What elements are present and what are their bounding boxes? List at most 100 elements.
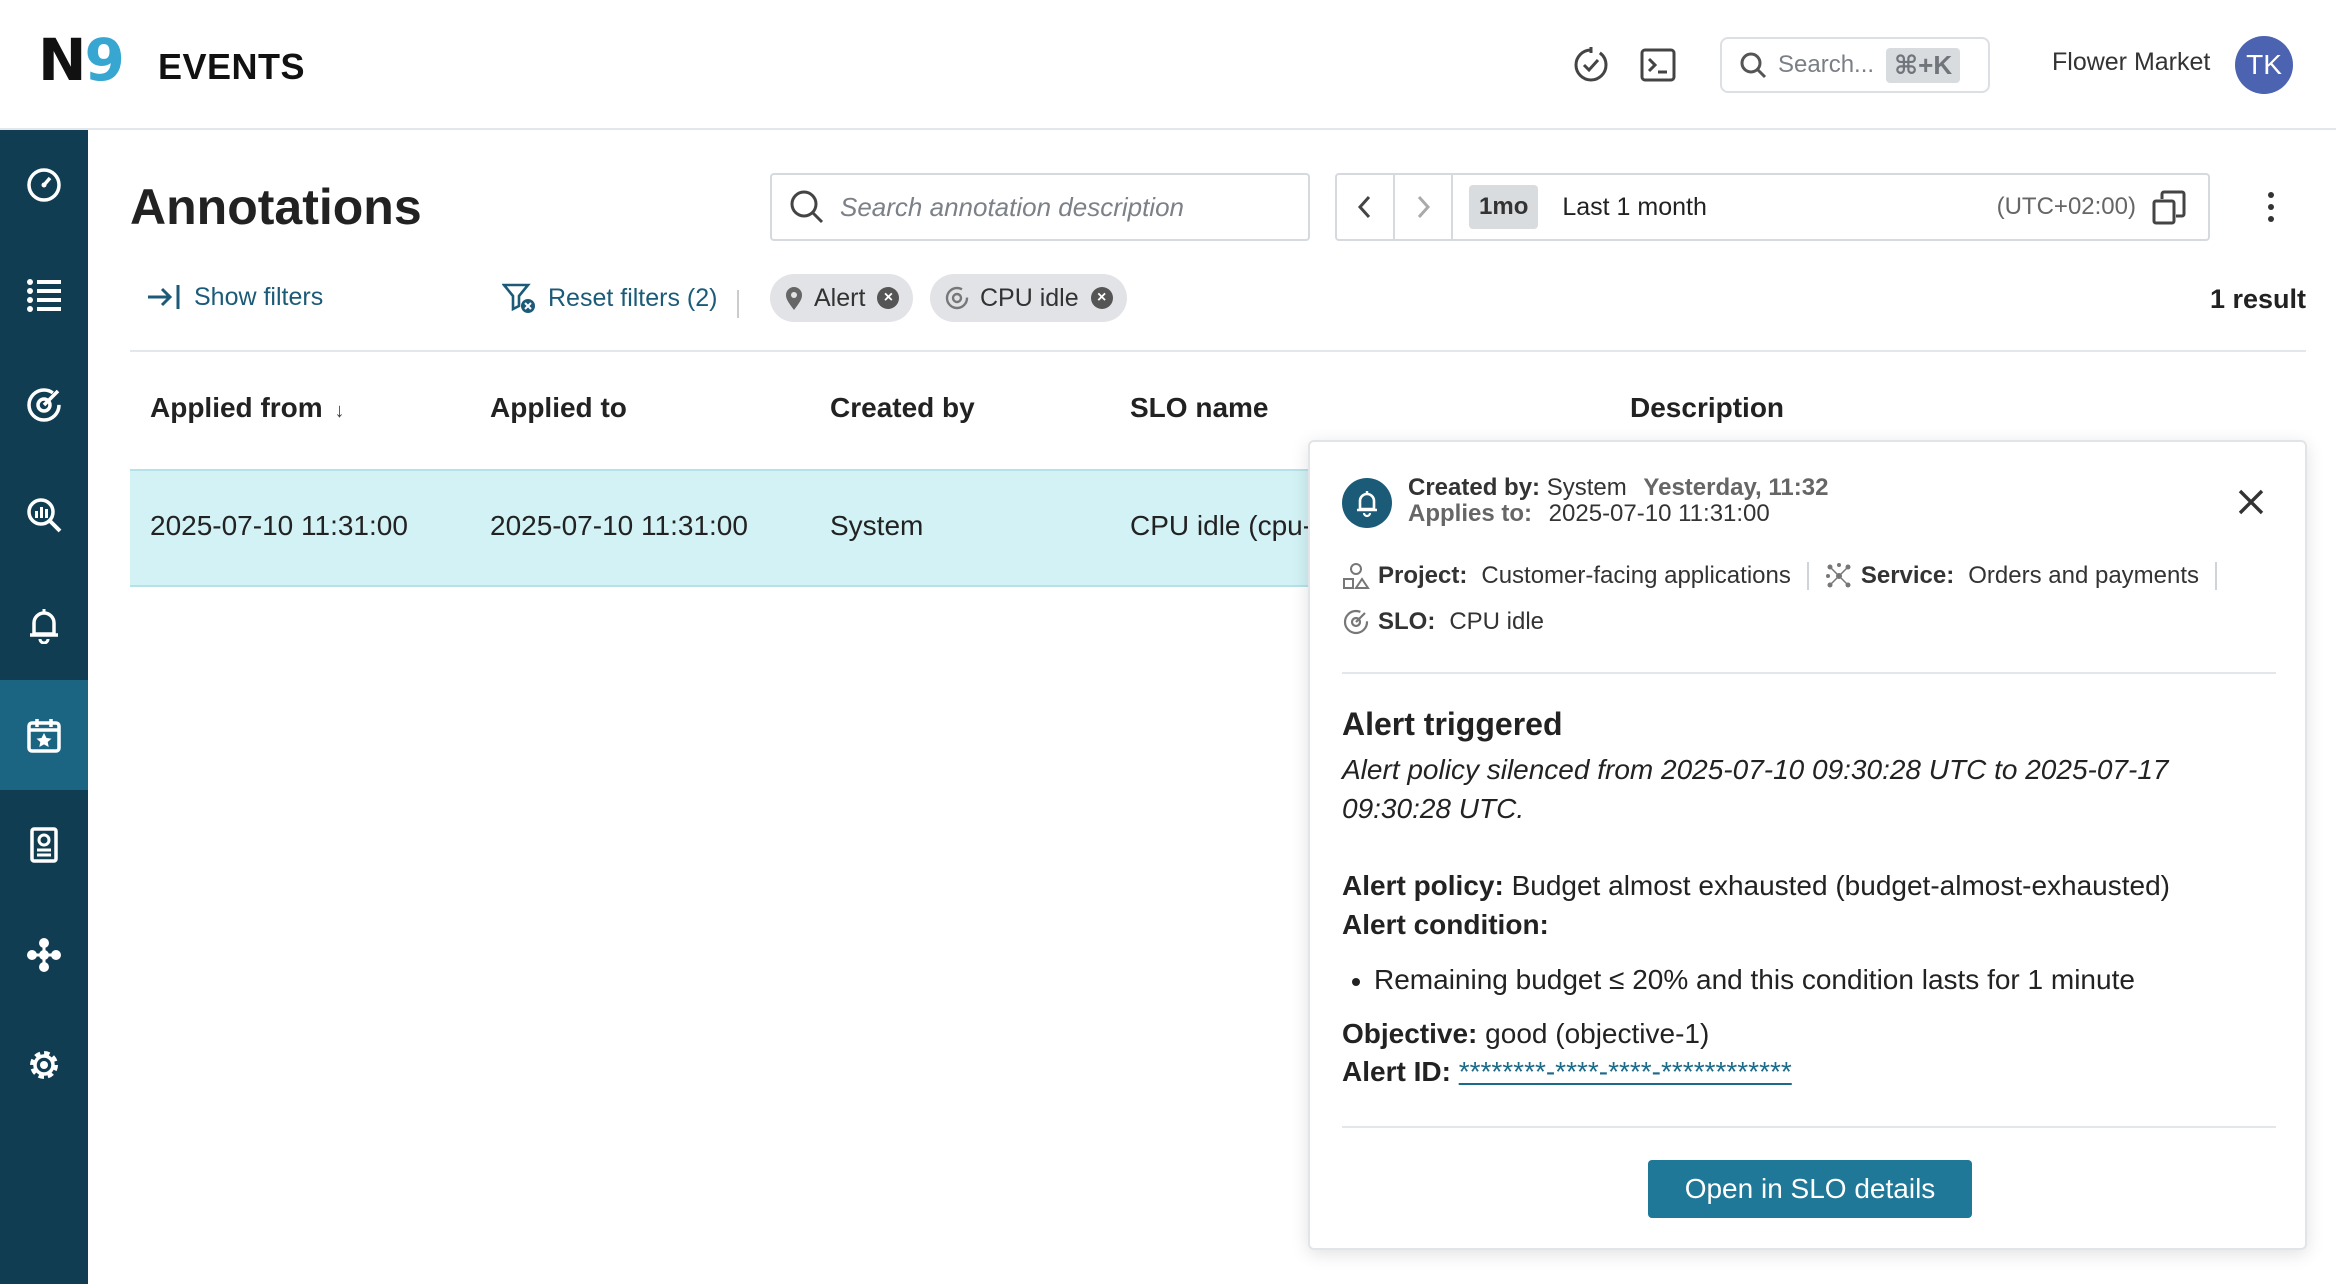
remove-chip-icon[interactable]: × [877,287,900,309]
sort-down-icon: ↓ [334,400,345,422]
open-in-slo-details-button[interactable]: Open in SLO details [1648,1160,1972,1218]
search-shortcut-badge: ⌘+K [1886,47,1961,83]
global-search-placeholder: Search... [1778,51,1875,78]
project-icon [1343,563,1370,589]
close-icon[interactable] [2237,488,2265,521]
show-filters-button[interactable]: Show filters [146,282,323,312]
whats-new-check-icon[interactable] [1570,44,1612,86]
divider [1342,672,2276,674]
alert-condition-label: Alert condition: [1342,909,1549,940]
column-header-description[interactable]: Description [1630,392,1784,424]
global-search[interactable]: Search... ⌘+K [1720,37,1990,93]
column-header-applied-to[interactable]: Applied to [490,392,627,424]
time-range-picker[interactable]: 1mo Last 1 month (UTC+02:00) [1335,173,2210,241]
alert-id-line: Alert ID: ********-****-****-***********… [1342,1056,1792,1088]
logo-letter-n: N [38,26,87,94]
sidebar-item-integrations[interactable] [0,900,88,1010]
sidebar-item-slo[interactable] [0,350,88,460]
sidebar-item-reports[interactable] [0,790,88,900]
objective-line: Objective: good (objective-1) [1342,1018,1709,1050]
divider [130,350,2306,352]
sidebar-item-catalog[interactable] [0,240,88,350]
divider [2215,562,2218,590]
dashboard-gauge-icon [27,168,61,202]
filter-chip-cpu-idle-label: CPU idle [980,283,1079,312]
alert-id-link[interactable]: ********-****-****-************ [1459,1056,1792,1087]
column-header-slo-name[interactable]: SLO name [1130,392,1268,424]
filter-chip-alert[interactable]: Alert × [770,274,914,322]
slo-value[interactable]: CPU idle [1449,608,1544,636]
integrations-icon [27,938,61,972]
reports-icon [30,827,58,863]
sidebar [0,130,88,1284]
remove-chip-icon[interactable]: × [1090,287,1113,309]
column-header-label: Applied from [150,392,323,423]
cell-applied-from: 2025-07-10 11:31:00 [150,510,408,541]
alerts-bell-icon [30,609,58,644]
annotation-search-placeholder: Search annotation description [840,191,1185,222]
result-count: 1 result [2209,284,2306,314]
slo-row: SLO: CPU idle [1342,608,1544,636]
chevron-right-icon [1417,195,1431,219]
project-value[interactable]: Customer-facing applications [1481,562,1790,590]
cell-applied-to: 2025-07-10 11:31:00 [490,510,748,541]
alert-id-label: Alert ID: [1342,1056,1451,1087]
organization-name[interactable]: Flower Market [2052,48,2210,77]
column-header-applied-from[interactable]: Applied from ↓ [150,392,344,424]
annotation-search-input[interactable]: Search annotation description [770,173,1310,241]
search-icon [1740,52,1767,79]
slo-target-icon [945,286,969,310]
sidebar-item-events[interactable] [0,680,88,790]
filter-row: Show filters Reset filters (2) Alert × C… [130,270,2306,350]
service-label: Service: [1860,562,1955,589]
project-service-row: Project: Customer-facing applications Se… [1342,562,2233,590]
reset-filters-label: Reset filters (2) [548,283,718,312]
annotation-details-popover: Created by: System Yesterday, 11:32 Appl… [1308,440,2307,1250]
copy-icon[interactable] [2150,189,2188,232]
sidebar-item-settings[interactable] [0,1010,88,1120]
applies-to-value: 2025-07-10 11:31:00 [1548,500,1770,527]
alert-policy-value: Budget almost exhausted (budget-almost-e… [1511,870,2170,901]
alert-description: Alert policy silenced from 2025-07-10 09… [1342,754,2169,824]
show-filters-label: Show filters [194,282,324,311]
project-label: Project: [1378,562,1468,589]
query-analytics-icon [27,498,62,533]
sidebar-item-dashboards[interactable] [0,130,88,240]
service-icon [1825,563,1851,588]
time-range-chip: 1mo [1469,185,1539,229]
settings-gear-icon [30,1051,58,1079]
top-bar: N9 EVENTS Search... ⌘+K Flower Market TK [0,0,2336,130]
chevron-left-icon [1357,195,1371,219]
created-by-line: Created by: System Yesterday, 11:32 [1408,474,1828,502]
more-options-icon[interactable] [2256,186,2286,228]
alert-condition-item: Remaining budget ≤ 20% and this conditio… [1352,964,2135,995]
created-by-value: System [1546,474,1627,501]
objective-label: Objective: [1342,1018,1478,1049]
filter-chip-cpu-idle[interactable]: CPU idle × [930,274,1127,322]
sidebar-item-alerts[interactable] [0,570,88,680]
alert-policy-line: Alert policy: Budget almost exhausted (b… [1342,870,2170,902]
terminal-icon[interactable] [1637,44,1679,86]
events-calendar-icon [27,719,61,753]
next-range-button[interactable] [1395,175,1453,239]
slo-label: SLO: [1378,608,1436,635]
pin-icon [786,287,802,310]
nobl9-logo[interactable]: N9 [38,26,125,94]
logo-digit-9: 9 [84,26,125,94]
sidebar-item-query[interactable] [0,460,88,570]
service-value[interactable]: Orders and payments [1968,562,2199,590]
created-by-label: Created by: [1408,474,1541,501]
previous-range-button[interactable] [1337,175,1395,239]
applies-to-line: Applies to: 2025-07-10 11:31:00 [1408,500,1770,528]
column-header-created-by[interactable]: Created by [830,392,975,424]
slo-target-icon [1343,609,1369,635]
slo-target-icon [27,388,61,422]
reset-filters-button[interactable]: Reset filters (2) [502,282,717,314]
user-avatar[interactable]: TK [2235,36,2293,94]
page-title: Annotations [130,179,422,235]
expand-right-icon [148,285,180,309]
timezone-label: (UTC+02:00) [1996,193,2136,220]
divider [1342,1126,2276,1128]
divider [1806,562,1809,590]
app-title: EVENTS [158,46,306,87]
